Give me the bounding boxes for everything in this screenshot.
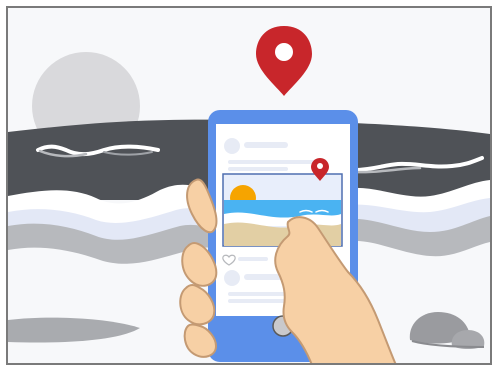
illustration-canvas — [0, 0, 498, 365]
beach-phone-illustration — [0, 0, 498, 365]
post-text-line-1 — [228, 160, 318, 164]
post-text-line-2 — [228, 167, 288, 171]
avatar-2 — [224, 270, 240, 286]
post2-text-line-2 — [228, 299, 288, 303]
post-name-line — [244, 142, 288, 148]
post-photo — [222, 173, 343, 247]
avatar — [224, 138, 240, 154]
like-line — [238, 257, 268, 261]
